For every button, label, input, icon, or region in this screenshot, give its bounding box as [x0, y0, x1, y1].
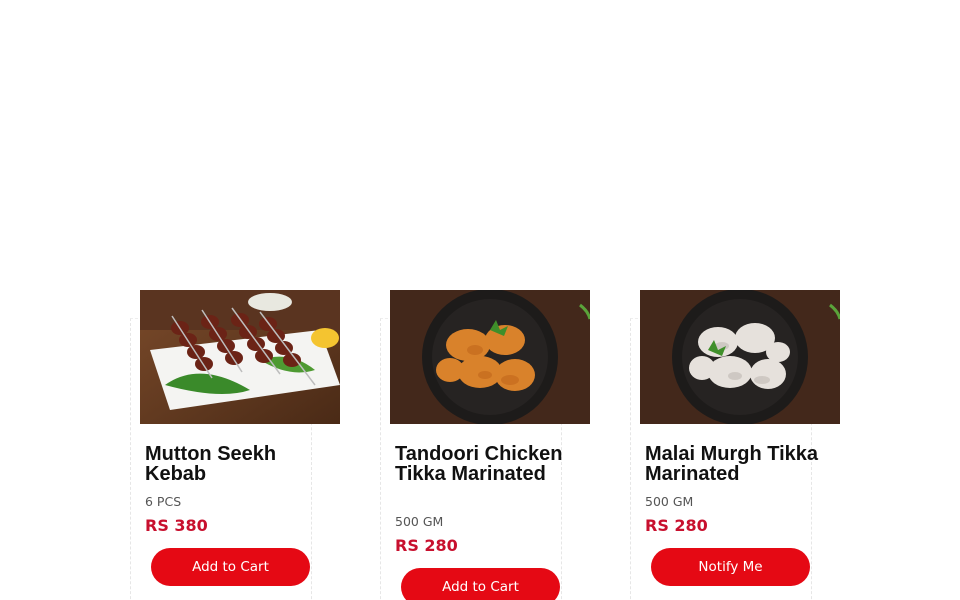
- product-grid: Mutton Seekh Kebab 6 PCS RS 380 Add to C…: [0, 0, 960, 600]
- notify-me-button[interactable]: Notify Me: [651, 548, 810, 586]
- product-price: RS 380: [145, 516, 208, 535]
- product-card: Tandoori Chicken Tikka Marinated 500 GM …: [380, 290, 590, 600]
- product-image-seekh-kebab[interactable]: [140, 290, 340, 424]
- product-name[interactable]: Mutton Seekh Kebab: [145, 444, 320, 484]
- product-price: RS 280: [645, 516, 708, 535]
- product-image-chicken-tikka[interactable]: [390, 290, 590, 424]
- product-quantity: 500 GM: [395, 514, 444, 529]
- product-quantity: 500 GM: [645, 494, 694, 509]
- add-to-cart-button[interactable]: Add to Cart: [401, 568, 560, 600]
- product-name[interactable]: Tandoori Chicken Tikka Marinated: [395, 444, 570, 484]
- add-to-cart-button[interactable]: Add to Cart: [151, 548, 310, 586]
- product-name[interactable]: Malai Murgh Tikka Marinated: [645, 444, 845, 484]
- product-card: Malai Murgh Tikka Marinated 500 GM RS 28…: [630, 290, 840, 600]
- product-image-malai-tikka[interactable]: [640, 290, 840, 424]
- product-card: Mutton Seekh Kebab 6 PCS RS 380 Add to C…: [130, 290, 340, 600]
- product-quantity: 6 PCS: [145, 494, 182, 509]
- product-price: RS 280: [395, 536, 458, 555]
